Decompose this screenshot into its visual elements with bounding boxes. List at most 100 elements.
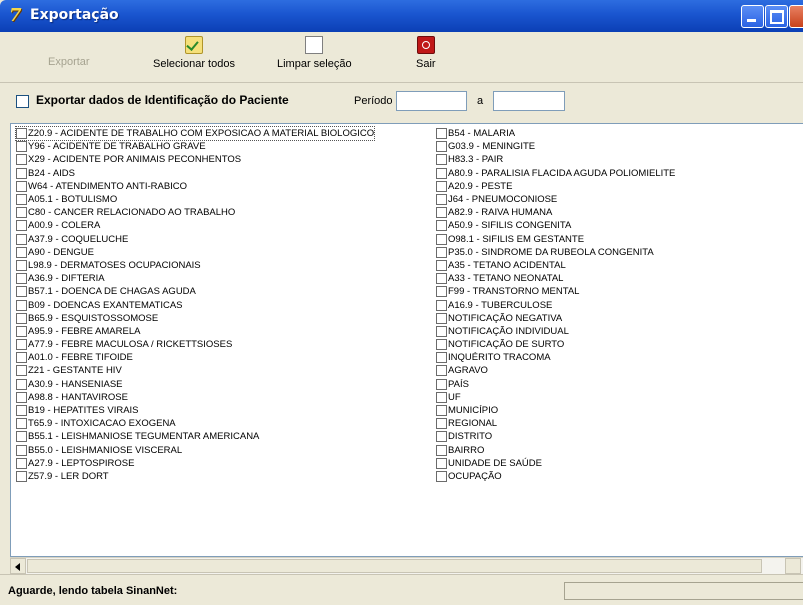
checklist-item-checkbox[interactable] bbox=[16, 286, 27, 298]
checklist-item[interactable]: O98.1 - SIFILIS EM GESTANTE bbox=[436, 233, 675, 246]
checklist-item[interactable]: PAÍS bbox=[436, 378, 675, 391]
period-to-input[interactable] bbox=[493, 91, 565, 111]
checklist-item-checkbox[interactable] bbox=[436, 352, 447, 364]
checklist-item-checkbox[interactable] bbox=[16, 128, 27, 140]
checklist-item[interactable]: A95.9 - FEBRE AMARELA bbox=[16, 325, 374, 338]
checklist-item-checkbox[interactable] bbox=[16, 405, 27, 417]
checklist-item-checkbox[interactable] bbox=[436, 365, 447, 377]
checklist-item[interactable]: OCUPAÇÃO bbox=[436, 470, 675, 483]
checklist-item[interactable]: B09 - DOENCAS EXANTEMATICAS bbox=[16, 298, 374, 311]
checklist-item-checkbox[interactable] bbox=[436, 457, 447, 469]
checklist-item[interactable]: A98.8 - HANTAVIROSE bbox=[16, 391, 374, 404]
scrollbar-thumb[interactable] bbox=[27, 559, 762, 573]
checklist-item-checkbox[interactable] bbox=[436, 470, 447, 482]
checklist-item-checkbox[interactable] bbox=[16, 259, 27, 271]
checklist-item[interactable]: B55.1 - LEISHMANIOSE TEGUMENTAR AMERICAN… bbox=[16, 430, 374, 443]
checklist-item[interactable]: MUNICÍPIO bbox=[436, 404, 675, 417]
checklist-item-checkbox[interactable] bbox=[16, 391, 27, 403]
checklist-item-checkbox[interactable] bbox=[16, 194, 27, 206]
checklist-item[interactable]: T65.9 - INTOXICACAO EXOGENA bbox=[16, 417, 374, 430]
period-from-input[interactable] bbox=[396, 91, 467, 111]
checklist-item-checkbox[interactable] bbox=[16, 246, 27, 258]
checklist-item[interactable]: A00.9 - COLERA bbox=[16, 219, 374, 232]
exit-button[interactable]: Sair bbox=[416, 36, 436, 70]
checklist-item-checkbox[interactable] bbox=[16, 457, 27, 469]
checklist-item-checkbox[interactable] bbox=[16, 339, 27, 351]
title-bar[interactable]: 7 Exportação bbox=[0, 0, 803, 32]
checklist-item[interactable]: NOTIFICAÇÃO DE SURTO bbox=[436, 338, 675, 351]
checklist-item[interactable]: A77.9 - FEBRE MACULOSA / RICKETTSIOSES bbox=[16, 338, 374, 351]
checklist-item-checkbox[interactable] bbox=[436, 444, 447, 456]
checklist-item[interactable]: A30.9 - HANSENIASE bbox=[16, 378, 374, 391]
checklist-item-checkbox[interactable] bbox=[16, 418, 27, 430]
checklist-item-checkbox[interactable] bbox=[16, 220, 27, 232]
checklist-item-checkbox[interactable] bbox=[16, 154, 27, 166]
checklist-item-checkbox[interactable] bbox=[436, 286, 447, 298]
checklist-item[interactable]: B55.0 - LEISHMANIOSE VISCERAL bbox=[16, 444, 374, 457]
checklist-item-checkbox[interactable] bbox=[16, 378, 27, 390]
checklist-item[interactable]: UNIDADE DE SAÚDE bbox=[436, 457, 675, 470]
checklist-item-checkbox[interactable] bbox=[436, 299, 447, 311]
checklist-item-checkbox[interactable] bbox=[16, 312, 27, 324]
checklist-item-checkbox[interactable] bbox=[436, 339, 447, 351]
checklist-item-checkbox[interactable] bbox=[436, 167, 447, 179]
checklist-item[interactable]: B57.1 - DOENCA DE CHAGAS AGUDA bbox=[16, 285, 374, 298]
checklist-item-checkbox[interactable] bbox=[436, 259, 447, 271]
scroll-right-button[interactable] bbox=[785, 558, 801, 574]
checklist-item-checkbox[interactable] bbox=[16, 299, 27, 311]
checklist-item-checkbox[interactable] bbox=[16, 167, 27, 179]
checklist-item[interactable]: B54 - MALARIA bbox=[436, 127, 675, 140]
checklist-item[interactable]: A90 - DENGUE bbox=[16, 246, 374, 259]
checklist-item[interactable]: A33 - TETANO NEONATAL bbox=[436, 272, 675, 285]
checklist-item[interactable]: A20.9 - PESTE bbox=[436, 180, 675, 193]
checklist-item-checkbox[interactable] bbox=[436, 431, 447, 443]
checklist-item[interactable]: REGIONAL bbox=[436, 417, 675, 430]
checklist-item[interactable]: DISTRITO bbox=[436, 430, 675, 443]
checklist-item[interactable]: W64 - ATENDIMENTO ANTI-RABICO bbox=[16, 180, 374, 193]
checklist-item[interactable]: X29 - ACIDENTE POR ANIMAIS PECONHENTOS bbox=[16, 153, 374, 166]
clear-selection-button[interactable]: Limpar seleção bbox=[277, 36, 352, 70]
checklist-item-checkbox[interactable] bbox=[436, 220, 447, 232]
checklist-item-checkbox[interactable] bbox=[16, 207, 27, 219]
checklist-item-checkbox[interactable] bbox=[16, 273, 27, 285]
checklist-item[interactable]: NOTIFICAÇÃO NEGATIVA bbox=[436, 312, 675, 325]
checklist-item[interactable]: UF bbox=[436, 391, 675, 404]
checklist-item[interactable]: BAIRRO bbox=[436, 444, 675, 457]
checklist-item[interactable]: A82.9 - RAIVA HUMANA bbox=[436, 206, 675, 219]
checklist-item[interactable]: A27.9 - LEPTOSPIROSE bbox=[16, 457, 374, 470]
checklist-item[interactable]: INQUÉRITO TRACOMA bbox=[436, 351, 675, 364]
checklist-item-checkbox[interactable] bbox=[16, 470, 27, 482]
checklist-item-checkbox[interactable] bbox=[16, 233, 27, 245]
horizontal-scrollbar[interactable] bbox=[10, 557, 803, 574]
checklist-item[interactable]: G03.9 - MENINGITE bbox=[436, 140, 675, 153]
checklist-item-checkbox[interactable] bbox=[436, 405, 447, 417]
checklist-item-checkbox[interactable] bbox=[436, 378, 447, 390]
close-button[interactable] bbox=[789, 5, 803, 28]
checklist-item[interactable]: A37.9 - COQUELUCHE bbox=[16, 233, 374, 246]
export-button[interactable]: Exportar bbox=[48, 36, 90, 68]
checklist-item-checkbox[interactable] bbox=[436, 273, 447, 285]
checklist-item[interactable]: B65.9 - ESQUISTOSSOMOSE bbox=[16, 312, 374, 325]
checklist-item-checkbox[interactable] bbox=[436, 246, 447, 258]
checklist-item-checkbox[interactable] bbox=[16, 365, 27, 377]
checklist-item-checkbox[interactable] bbox=[436, 391, 447, 403]
checklist-item-checkbox[interactable] bbox=[16, 141, 27, 153]
checklist-item[interactable]: J64 - PNEUMOCONIOSE bbox=[436, 193, 675, 206]
scroll-left-button[interactable] bbox=[10, 558, 26, 574]
checklist-item-checkbox[interactable] bbox=[16, 325, 27, 337]
checklist-item[interactable]: A05.1 - BOTULISMO bbox=[16, 193, 374, 206]
checklist-item-checkbox[interactable] bbox=[16, 444, 27, 456]
checklist-item-checkbox[interactable] bbox=[436, 312, 447, 324]
checklist-item[interactable]: AGRAVO bbox=[436, 364, 675, 377]
select-all-button[interactable]: Selecionar todos bbox=[153, 36, 235, 70]
checklist-item-checkbox[interactable] bbox=[436, 233, 447, 245]
checklist-item-checkbox[interactable] bbox=[436, 154, 447, 166]
checklist-item[interactable]: Y96 - ACIDENTE DE TRABALHO GRAVE bbox=[16, 140, 374, 153]
checklist-item[interactable]: NOTIFICAÇÃO INDIVIDUAL bbox=[436, 325, 675, 338]
checklist-item[interactable]: A80.9 - PARALISIA FLACIDA AGUDA POLIOMIE… bbox=[436, 167, 675, 180]
minimize-button[interactable] bbox=[741, 5, 764, 28]
checklist-item-checkbox[interactable] bbox=[436, 180, 447, 192]
maximize-button[interactable] bbox=[765, 5, 788, 28]
checklist-item-checkbox[interactable] bbox=[436, 325, 447, 337]
checklist-item[interactable]: P35.0 - SINDROME DA RUBEOLA CONGENITA bbox=[436, 246, 675, 259]
